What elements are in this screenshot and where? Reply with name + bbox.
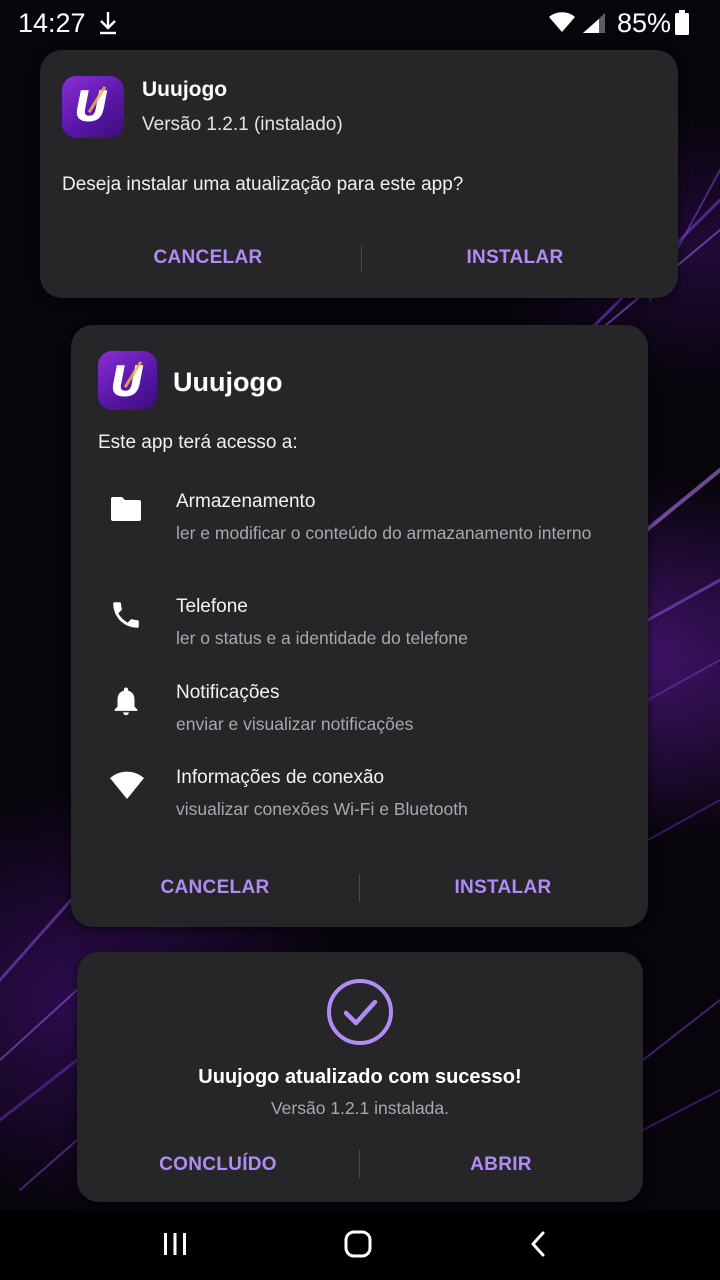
status-time: 14:27 — [18, 8, 86, 38]
open-button[interactable]: ABRIR — [457, 1154, 545, 1176]
permission-title: Notificações — [176, 682, 280, 703]
permission-description: ler e modificar o conteúdo do armazaname… — [176, 523, 592, 543]
install-button[interactable]: INSTALAR — [447, 877, 559, 899]
check-circle-icon — [326, 978, 394, 1051]
permission-title: Informações de conexão — [176, 767, 385, 788]
recent-apps-icon[interactable] — [162, 1232, 188, 1261]
status-bar: 14:27 85% — [0, 0, 720, 46]
signal-icon — [581, 11, 607, 40]
wifi-icon — [109, 769, 145, 806]
app-version: Versão 1.2.1 (instalado) — [142, 114, 343, 135]
update-question: Deseja instalar uma atualização para est… — [62, 174, 464, 195]
navigation-bar — [0, 1210, 720, 1280]
bell-icon — [109, 684, 143, 723]
app-name: Uuujogo — [142, 78, 228, 101]
download-icon — [97, 10, 119, 41]
app-name: Uuujogo — [173, 367, 283, 397]
battery-percent: 85% — [617, 8, 672, 38]
success-dialog: Uuujogo atualizado com sucesso! Versão 1… — [77, 952, 643, 1202]
permission-title: Armazenamento — [176, 491, 316, 512]
button-divider — [359, 1150, 360, 1178]
cancel-button[interactable]: CANCELAR — [153, 877, 277, 899]
button-divider — [359, 874, 360, 902]
back-icon[interactable] — [528, 1230, 548, 1263]
permissions-dialog: U Uuujogo Este app terá acesso a: Armaze… — [71, 325, 648, 927]
permission-description: visualizar conexões Wi-Fi e Bluetooth — [176, 799, 468, 819]
phone-icon — [109, 598, 143, 637]
cancel-button[interactable]: CANCELAR — [140, 247, 276, 269]
wifi-icon — [548, 10, 576, 39]
button-divider — [361, 245, 362, 273]
install-button[interactable]: INSTALAR — [450, 247, 580, 269]
home-icon[interactable] — [344, 1230, 372, 1263]
permission-description: enviar e visualizar notificações — [176, 714, 414, 734]
app-icon: U — [62, 76, 124, 138]
permission-title: Telefone — [176, 596, 248, 617]
app-icon: U — [98, 351, 157, 410]
permissions-intro: Este app terá acesso a: — [98, 432, 298, 453]
success-title: Uuujogo atualizado com sucesso! — [198, 1066, 522, 1088]
success-subtitle: Versão 1.2.1 instalada. — [270, 1098, 450, 1118]
folder-icon — [109, 495, 143, 528]
permission-description: ler o status e a identidade do telefone — [176, 628, 468, 648]
update-dialog: U Uuujogo Versão 1.2.1 (instalado) Desej… — [40, 50, 678, 298]
done-button[interactable]: CONCLUÍDO — [153, 1154, 283, 1176]
battery-icon — [674, 10, 690, 41]
